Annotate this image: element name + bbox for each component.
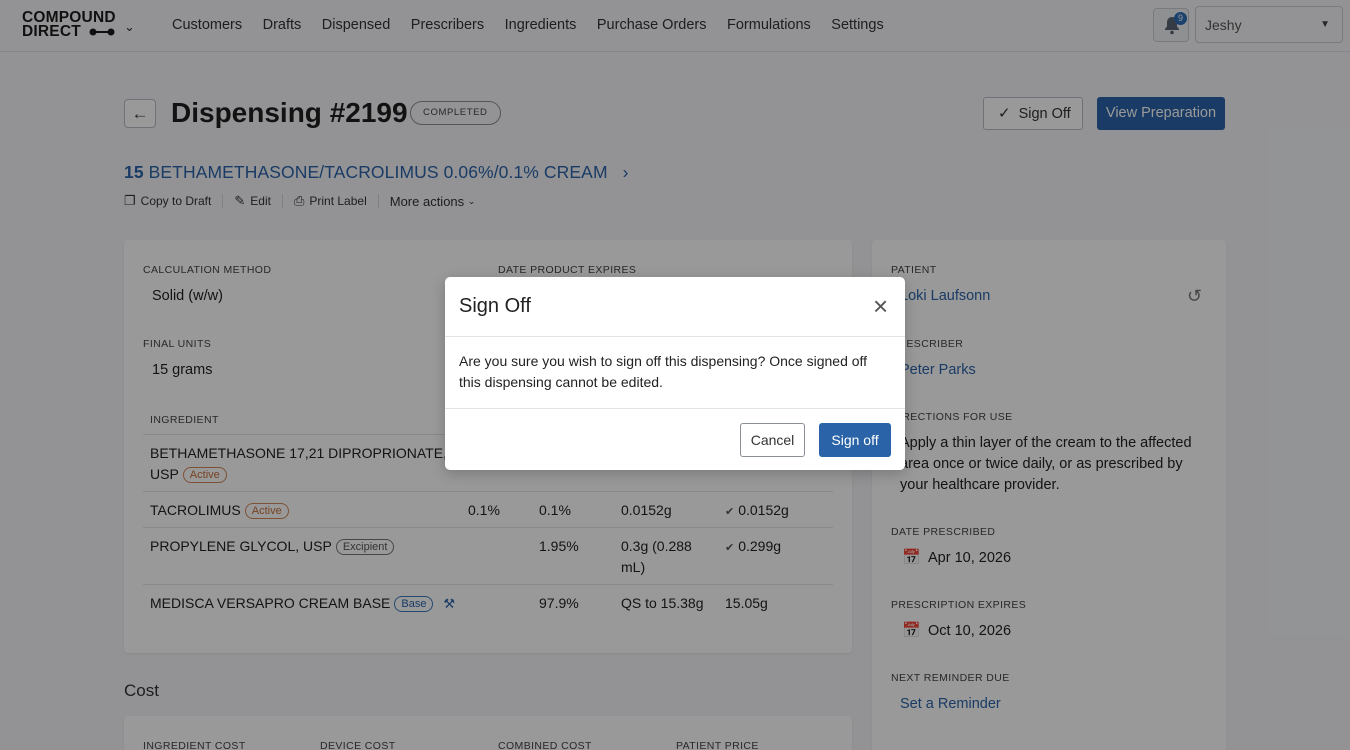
confirm-sign-off-button[interactable]: Sign off: [819, 423, 891, 457]
dialog-title: Sign Off: [459, 295, 531, 317]
sign-off-dialog: Sign Off × Are you sure you wish to sign…: [445, 277, 905, 470]
cancel-button[interactable]: Cancel: [740, 423, 805, 457]
dialog-message: Are you sure you wish to sign off this d…: [459, 353, 868, 390]
divider: [445, 408, 905, 409]
close-icon[interactable]: ×: [873, 293, 888, 319]
divider: [445, 336, 905, 337]
